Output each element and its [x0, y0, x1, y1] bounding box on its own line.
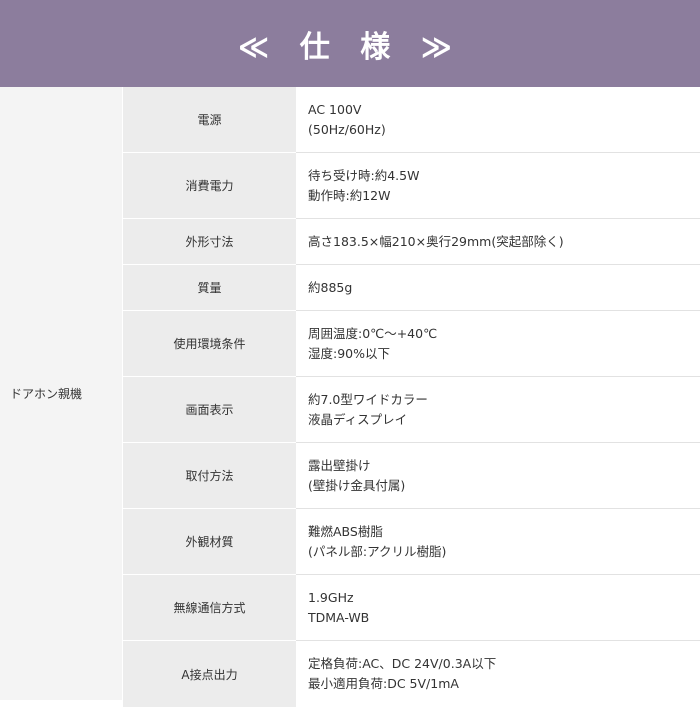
- value-line: 難燃ABS樹脂: [308, 523, 383, 539]
- row-label: 外形寸法: [123, 219, 296, 265]
- value-line: 約885g: [308, 279, 353, 295]
- row-label: 質量: [123, 265, 296, 311]
- value-line: 湿度:90%以下: [308, 345, 390, 361]
- row-label: 無線通信方式: [123, 575, 296, 641]
- spec-table: ドアホン親機 電源 AC 100V (50Hz/60Hz) 消費電力 待ち受け時…: [0, 87, 700, 708]
- value-line: 待ち受け時:約4.5W: [308, 167, 420, 183]
- spec-row-wireless: 無線通信方式 1.9GHz TDMA-WB: [123, 575, 700, 641]
- value-line: 高さ183.5×幅210×奥行29mm(突起部除く): [308, 233, 564, 249]
- row-value: 定格負荷:AC、DC 24V/0.3A以下 最小適用負荷:DC 5V/1mA: [296, 641, 700, 707]
- row-label: 画面表示: [123, 377, 296, 443]
- value-line: 液晶ディスプレイ: [308, 411, 408, 427]
- row-value: 約885g: [296, 265, 700, 310]
- row-label: 電源: [123, 87, 296, 153]
- row-value: 高さ183.5×幅210×奥行29mm(突起部除く): [296, 219, 700, 264]
- spec-row-display: 画面表示 約7.0型ワイドカラー 液晶ディスプレイ: [123, 377, 700, 443]
- spec-row-weight: 質量 約885g: [123, 265, 700, 311]
- row-value: 露出壁掛け (壁掛け金具付属): [296, 443, 700, 508]
- row-label: 消費電力: [123, 153, 296, 219]
- value-line: AC 100V: [308, 101, 362, 117]
- value-line: (50Hz/60Hz): [308, 121, 386, 137]
- spec-row-consumption: 消費電力 待ち受け時:約4.5W 動作時:約12W: [123, 153, 700, 219]
- row-label: 使用環境条件: [123, 311, 296, 377]
- spec-rows: 電源 AC 100V (50Hz/60Hz) 消費電力 待ち受け時:約4.5W …: [123, 87, 700, 708]
- row-value: 1.9GHz TDMA-WB: [296, 575, 700, 640]
- spec-row-environment: 使用環境条件 周囲温度:0℃～+40℃ 湿度:90%以下: [123, 311, 700, 377]
- spec-row-power: 電源 AC 100V (50Hz/60Hz): [123, 87, 700, 153]
- value-line: (壁掛け金具付属): [308, 477, 406, 493]
- value-line: TDMA-WB: [308, 609, 370, 625]
- row-label: A接点出力: [123, 641, 296, 708]
- row-label: 取付方法: [123, 443, 296, 509]
- value-line: 動作時:約12W: [308, 187, 391, 203]
- row-value: 難燃ABS樹脂 (パネル部:アクリル樹脂): [296, 509, 700, 574]
- spec-row-contact-output: A接点出力 定格負荷:AC、DC 24V/0.3A以下 最小適用負荷:DC 5V…: [123, 641, 700, 708]
- row-label: 外観材質: [123, 509, 296, 575]
- value-line: 最小適用負荷:DC 5V/1mA: [308, 676, 459, 691]
- spec-row-dimensions: 外形寸法 高さ183.5×幅210×奥行29mm(突起部除く): [123, 219, 700, 265]
- value-line: (パネル部:アクリル樹脂): [308, 543, 447, 559]
- value-line: 露出壁掛け: [308, 457, 371, 473]
- value-line: 周囲温度:0℃～+40℃: [308, 325, 438, 341]
- row-value: 待ち受け時:約4.5W 動作時:約12W: [296, 153, 700, 218]
- row-value: AC 100V (50Hz/60Hz): [296, 87, 700, 152]
- row-value: 周囲温度:0℃～+40℃ 湿度:90%以下: [296, 311, 700, 376]
- spec-header: ≪ 仕 様 ≫: [0, 0, 700, 87]
- page-title: ≪ 仕 様 ≫: [237, 29, 463, 65]
- value-line: 約7.0型ワイドカラー: [308, 391, 428, 407]
- spec-row-mounting: 取付方法 露出壁掛け (壁掛け金具付属): [123, 443, 700, 509]
- group-label: ドアホン親機: [10, 387, 83, 401]
- spec-row-material: 外観材質 難燃ABS樹脂 (パネル部:アクリル樹脂): [123, 509, 700, 575]
- row-value: 約7.0型ワイドカラー 液晶ディスプレイ: [296, 377, 700, 442]
- group-label-cell: ドアホン親機: [0, 87, 123, 700]
- value-line: 1.9GHz: [308, 589, 354, 605]
- value-line: 定格負荷:AC、DC 24V/0.3A以下: [308, 656, 497, 671]
